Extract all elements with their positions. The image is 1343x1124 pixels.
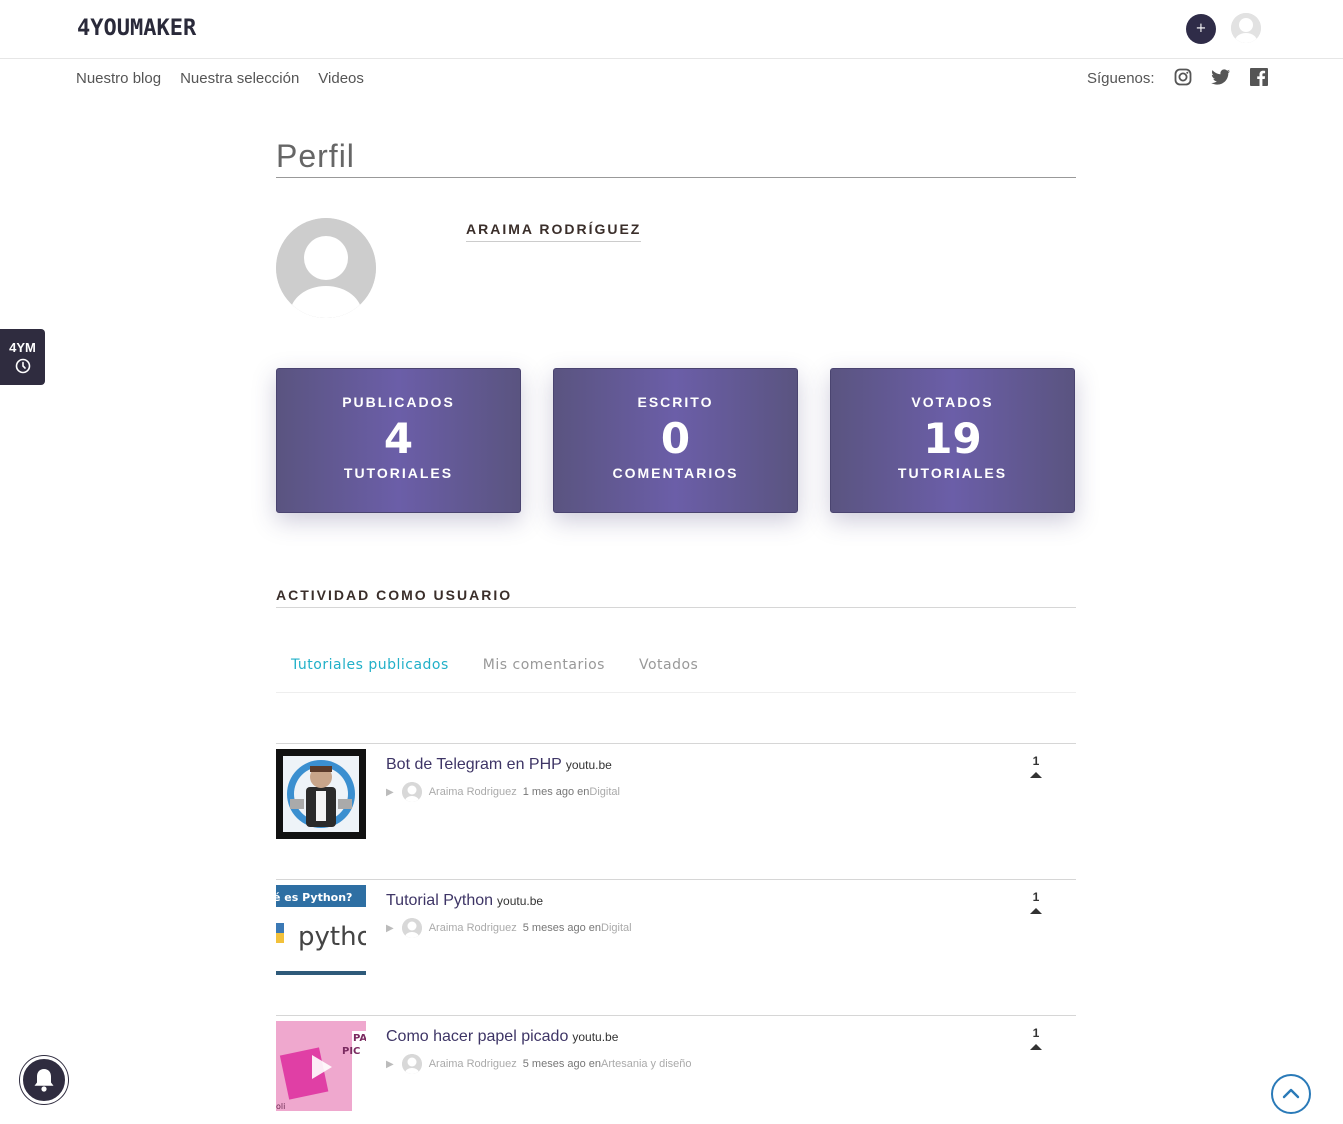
item-source: youtu.be bbox=[572, 1030, 619, 1044]
top-bar: 4YOUMAKER + bbox=[0, 0, 1343, 59]
thumb-caption: PA bbox=[353, 1033, 366, 1044]
item-author[interactable]: Araima Rodriguez bbox=[429, 1058, 517, 1070]
scroll-to-top-button[interactable] bbox=[1271, 1074, 1311, 1114]
stat-value: 19 bbox=[923, 414, 982, 463]
thumb-python-text: pytho bbox=[298, 922, 366, 952]
item-meta: ▶ Araima Rodriguez 5 meses ago en Digita… bbox=[386, 918, 632, 938]
stat-sub: TUTORIALES bbox=[343, 465, 454, 481]
instagram-icon[interactable] bbox=[1174, 68, 1192, 86]
clock-icon bbox=[0, 358, 45, 378]
profile-avatar bbox=[276, 218, 376, 318]
title-divider bbox=[276, 177, 1076, 178]
list-item: é es Python? pytho Tutorial Python youtu.… bbox=[276, 879, 1076, 1015]
play-icon: ▶ bbox=[386, 786, 394, 798]
side-tab-label: 4YM bbox=[9, 340, 36, 355]
item-source: youtu.be bbox=[497, 894, 544, 908]
twitter-icon[interactable] bbox=[1211, 68, 1230, 86]
side-tab-4ym[interactable]: 4YM bbox=[0, 329, 45, 385]
upvote-arrow-icon[interactable] bbox=[1030, 772, 1042, 778]
vote-count: 1 bbox=[1032, 754, 1040, 768]
vote-widget: 1 bbox=[1029, 1026, 1043, 1050]
activity-heading: ACTIVIDAD COMO USUARIO bbox=[276, 587, 513, 603]
add-button[interactable]: + bbox=[1186, 14, 1216, 44]
stat-card-votados: VOTADOS 19 TUTORIALES bbox=[830, 368, 1075, 513]
stat-label: PUBLICADOS bbox=[342, 394, 455, 410]
author-avatar bbox=[401, 1054, 422, 1074]
item-author[interactable]: Araima Rodriguez bbox=[429, 922, 517, 934]
vote-count: 1 bbox=[1032, 890, 1040, 904]
activity-tabs: Tutoriales publicados Mis comentarios Vo… bbox=[291, 657, 732, 673]
stat-label: VOTADOS bbox=[911, 394, 994, 410]
item-category[interactable]: Artesania y diseño bbox=[601, 1058, 692, 1070]
item-title[interactable]: Como hacer papel picado bbox=[386, 1028, 568, 1045]
item-thumbnail[interactable]: PA PIC oli bbox=[276, 1021, 366, 1111]
item-meta: ▶ Araima Rodriguez 5 meses ago en Artesa… bbox=[386, 1054, 692, 1074]
notification-bell-button[interactable] bbox=[20, 1056, 68, 1104]
site-logo[interactable]: 4YOUMAKER bbox=[77, 16, 196, 41]
item-title-row[interactable]: Tutorial Python youtu.be bbox=[386, 892, 543, 910]
thumb-caption-2: PIC bbox=[342, 1046, 360, 1057]
item-title-row[interactable]: Bot de Telegram en PHP youtu.be bbox=[386, 756, 612, 774]
upvote-arrow-icon[interactable] bbox=[1030, 908, 1042, 914]
item-meta: ▶ Araima Rodriguez 1 mes ago en Digital bbox=[386, 782, 620, 802]
nav-item-videos[interactable]: Videos bbox=[318, 70, 364, 87]
vote-widget: 1 bbox=[1029, 890, 1043, 914]
item-time: 5 meses ago en bbox=[522, 1058, 602, 1070]
list-item: Bot de Telegram en PHP youtu.be ▶ Araima … bbox=[276, 743, 1076, 879]
item-thumbnail[interactable]: é es Python? pytho bbox=[276, 885, 366, 975]
follow-label: Síguenos: bbox=[1087, 70, 1155, 87]
stat-value: 4 bbox=[383, 414, 414, 463]
nav-item-seleccion[interactable]: Nuestra selección bbox=[180, 70, 299, 87]
stat-sub: COMENTARIOS bbox=[612, 465, 739, 481]
item-title[interactable]: Bot de Telegram en PHP bbox=[386, 756, 562, 773]
facebook-icon[interactable] bbox=[1250, 68, 1268, 86]
item-time: 5 meses ago en bbox=[522, 922, 602, 934]
list-item: PA PIC oli Como hacer papel picado youtu.… bbox=[276, 1015, 1076, 1124]
activity-divider bbox=[276, 607, 1076, 608]
item-category[interactable]: Digital bbox=[601, 922, 632, 934]
vote-count: 1 bbox=[1032, 1026, 1040, 1040]
stat-card-escrito: ESCRITO 0 COMENTARIOS bbox=[553, 368, 798, 513]
stat-value: 0 bbox=[660, 414, 691, 463]
author-avatar bbox=[401, 782, 422, 802]
thumb-caption: é es Python? bbox=[276, 891, 352, 904]
item-time: 1 mes ago en bbox=[522, 786, 590, 798]
tab-tutoriales-publicados[interactable]: Tutoriales publicados bbox=[291, 657, 449, 673]
page-title: Perfil bbox=[276, 138, 355, 174]
tabs-divider bbox=[276, 692, 1076, 693]
user-silhouette-icon bbox=[1231, 13, 1261, 43]
play-icon: ▶ bbox=[386, 1058, 394, 1070]
tab-mis-comentarios[interactable]: Mis comentarios bbox=[483, 657, 605, 673]
bell-icon bbox=[34, 1069, 54, 1092]
item-category[interactable]: Digital bbox=[589, 786, 620, 798]
author-avatar bbox=[401, 918, 422, 938]
user-avatar[interactable] bbox=[1231, 13, 1261, 43]
upvote-arrow-icon[interactable] bbox=[1030, 1044, 1042, 1050]
user-silhouette-icon bbox=[276, 218, 376, 318]
item-author[interactable]: Araima Rodriguez bbox=[429, 786, 517, 798]
nav-item-blog[interactable]: Nuestro blog bbox=[76, 70, 161, 87]
play-icon: ▶ bbox=[386, 922, 394, 934]
chevron-up-icon bbox=[1282, 1088, 1300, 1099]
thumb-caption-3: oli bbox=[276, 1102, 285, 1111]
item-thumbnail[interactable] bbox=[276, 749, 366, 839]
stat-sub: TUTORIALES bbox=[897, 465, 1008, 481]
item-title[interactable]: Tutorial Python bbox=[386, 892, 493, 909]
vote-widget: 1 bbox=[1029, 754, 1043, 778]
tab-votados[interactable]: Votados bbox=[639, 657, 698, 673]
profile-username[interactable]: ARAIMA RODRÍGUEZ bbox=[466, 221, 642, 242]
main-nav: Nuestro blog Nuestra selección Videos bbox=[76, 70, 364, 87]
stat-label: ESCRITO bbox=[637, 394, 714, 410]
item-title-row[interactable]: Como hacer papel picado youtu.be bbox=[386, 1028, 618, 1046]
stat-card-publicados: PUBLICADOS 4 TUTORIALES bbox=[276, 368, 521, 513]
item-source: youtu.be bbox=[565, 758, 612, 772]
